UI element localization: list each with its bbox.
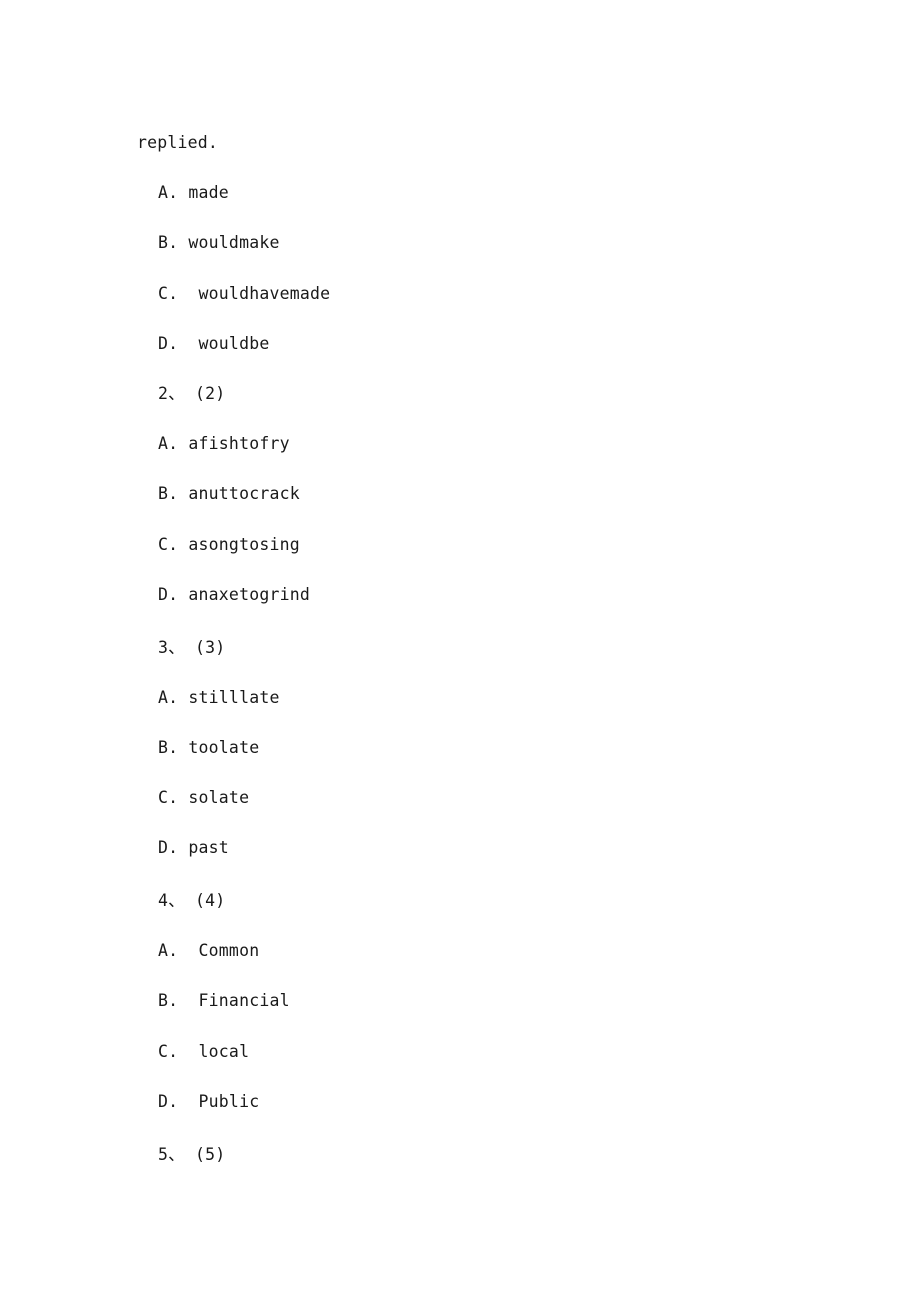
option-row-3b[interactable]: B. toolate [158,723,837,773]
option-row-4a[interactable]: A. Common [158,926,837,976]
option-row-3c[interactable]: C. solate [158,773,837,823]
option-row-1b[interactable]: B. wouldmake [158,218,837,268]
option-row-1a[interactable]: A. made [158,168,837,218]
option-row-4c[interactable]: C. local [158,1027,837,1077]
question-number-5: 5、 (5) [158,1144,226,1164]
question-number-3: 3、 (3) [158,637,226,657]
option-row-2b[interactable]: B. anuttocrack [158,469,837,519]
option-row-3d[interactable]: D. past [158,823,837,873]
option-row-4b[interactable]: B. Financial [158,976,837,1026]
question-number-4: 4、 (4) [158,891,226,911]
document-text-body: replied. A. made B. wouldmake C. wouldha… [137,118,837,1180]
option-row-3a[interactable]: A. stilllate [158,673,837,723]
option-row-2c[interactable]: C. asongtosing [158,520,837,570]
stem-fragment-line: replied. [137,133,219,152]
option-row-1c[interactable]: C. wouldhavemade [158,269,837,319]
option-row-2a[interactable]: A. afishtofry [158,419,837,469]
document-page: replied. A. made B. wouldmake C. wouldha… [0,0,920,1301]
option-row-4d[interactable]: D. Public [158,1077,837,1127]
option-row-2d[interactable]: D. anaxetogrind [158,570,837,620]
question-number-2: 2、 (2) [158,384,226,404]
option-row-1d[interactable]: D. wouldbe [158,319,837,369]
